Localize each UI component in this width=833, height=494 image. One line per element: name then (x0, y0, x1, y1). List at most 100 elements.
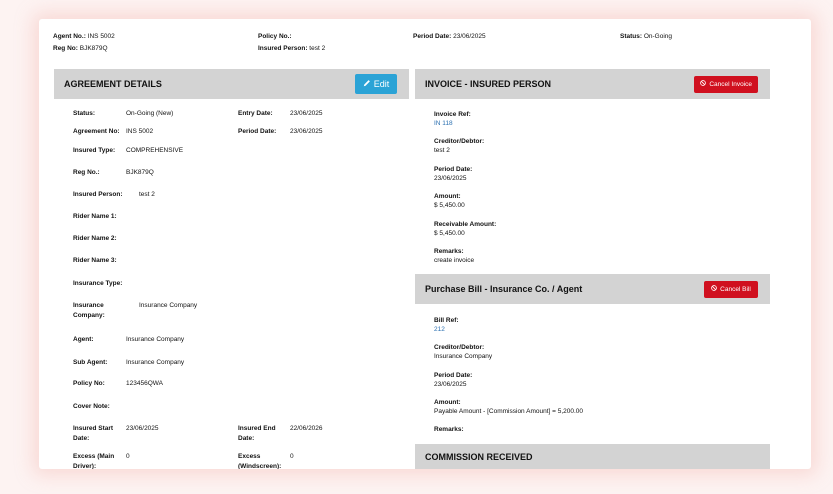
bill-remarks-block: Remarks: (434, 425, 464, 434)
invoice-remarks-value: create invoice (434, 257, 475, 264)
purchase-bill-title: Purchase Bill - Insurance Co. / Agent (425, 284, 583, 294)
bill-period-value: 23/06/2025 (434, 381, 467, 388)
ban-icon (711, 285, 717, 293)
invoice-ref-block: Invoice Ref: IN 118 (434, 110, 471, 128)
reg-no-value: BJK879Q (79, 45, 108, 52)
bill-creditor-block: Creditor/Debtor: Insurance Company (434, 343, 492, 361)
edit-button[interactable]: Edit (355, 74, 397, 94)
insurance-company-value: Insurance Company (139, 302, 198, 309)
bill-amount-block: Amount: Payable Amount - [Commission Amo… (434, 398, 583, 416)
purchase-bill-header: Purchase Bill - Insurance Co. / Agent Ca… (415, 274, 770, 304)
invoice-ref-label: Invoice Ref: (434, 111, 471, 118)
reg-no-row: Reg No: BJK879Q (53, 45, 108, 52)
bill-period-block: Period Date: 23/06/2025 (434, 371, 472, 389)
insured-person-field-label: Insured Person: (73, 191, 123, 198)
invoice-period-label: Period Date: (434, 166, 473, 173)
entry-date-label: Entry Date: (238, 110, 273, 117)
agent-no-value: INS 5002 (87, 33, 115, 40)
agent-value: Insurance Company (126, 336, 185, 343)
agent-label: Agent: (73, 336, 94, 343)
invoice-title: INVOICE - INSURED PERSON (425, 79, 552, 89)
insured-person-label: Insured Person: (258, 45, 308, 52)
invoice-ref-link[interactable]: IN 118 (434, 119, 471, 128)
invoice-amount-block: Amount: $ 5,450.00 (434, 192, 465, 210)
insured-person-field-value: test 2 (139, 191, 155, 198)
excess-windscreen-label: Excess (Windscreen): (238, 453, 282, 469)
bill-amount-label: Amount: (434, 399, 461, 406)
insured-person-row: Insured Person: test 2 (258, 45, 325, 52)
insured-person-value: test 2 (309, 45, 326, 52)
status-field-label: Status: (73, 110, 96, 117)
invoice-period-block: Period Date: 23/06/2025 (434, 165, 472, 183)
period-date-field-value: 23/06/2025 (290, 128, 323, 135)
cover-note-label: Cover Note: (73, 403, 110, 410)
invoice-creditor-label: Creditor/Debtor: (434, 138, 485, 145)
invoice-creditor-block: Creditor/Debtor: test 2 (434, 137, 484, 155)
insured-start-date-value: 23/06/2025 (126, 425, 159, 432)
insured-end-date-value: 22/06/2026 (290, 425, 323, 432)
bill-ref-block: Bill Ref: 212 (434, 316, 459, 334)
insurance-company-label: Insurance Company: (73, 302, 105, 319)
policy-no-label: Policy No.: (258, 33, 292, 40)
period-date-row: Period Date: 23/06/2025 (413, 33, 486, 40)
insured-end-date-label: Insured End Date: (238, 425, 276, 442)
rider-name-3-label: Rider Name 3: (73, 257, 117, 264)
sub-agent-label: Sub Agent: (73, 359, 108, 366)
agreement-view-card: Agent No.: INS 5002 Reg No: BJK879Q Poli… (39, 19, 811, 469)
invoice-receivable-value: $ 5,450.00 (434, 230, 465, 237)
bill-ref-link[interactable]: 212 (434, 325, 459, 334)
agent-no-label: Agent No.: (53, 33, 86, 40)
cancel-bill-button[interactable]: Cancel Bill (704, 280, 758, 298)
status-field-value: On-Going (New) (126, 110, 174, 117)
cancel-invoice-label: Cancel Invoice (709, 80, 752, 88)
edit-button-label: Edit (373, 79, 390, 89)
period-date-label: Period Date: (413, 33, 452, 40)
bill-period-label: Period Date: (434, 372, 473, 379)
pencil-icon (363, 79, 371, 89)
insured-type-label: Insured Type: (73, 147, 116, 154)
bill-creditor-value: Insurance Company (434, 353, 493, 360)
policy-no-row: Policy No.: (258, 33, 292, 40)
status-row: Status: On-Going (620, 33, 672, 40)
invoice-creditor-value: test 2 (434, 147, 450, 154)
invoice-amount-value: $ 5,450.00 (434, 202, 465, 209)
sub-agent-value: Insurance Company (126, 359, 185, 366)
insured-start-date-label: Insured Start Date: (73, 425, 114, 442)
invoice-header: INVOICE - INSURED PERSON Cancel Invoice (415, 69, 770, 99)
reg-no-field-label: Reg No.: (73, 169, 100, 176)
bill-amount-value: Payable Amount - [Commission Amount] = 5… (434, 408, 584, 415)
insured-type-value: COMPREHENSIVE (126, 147, 184, 154)
excess-windscreen-value: 0 (290, 453, 294, 460)
bill-creditor-label: Creditor/Debtor: (434, 344, 485, 351)
status-value: On-Going (643, 33, 673, 40)
invoice-amount-label: Amount: (434, 193, 461, 200)
agreement-details-title: AGREEMENT DETAILS (64, 79, 162, 89)
agent-no-row: Agent No.: INS 5002 (53, 33, 115, 40)
invoice-period-value: 23/06/2025 (434, 175, 467, 182)
commission-received-header: COMMISSION RECEIVED (415, 444, 770, 469)
policy-no-field-value: 123456QWA (126, 380, 163, 387)
bill-remarks-label: Remarks: (434, 426, 464, 433)
reg-no-field-value: BJK879Q (126, 169, 154, 176)
rider-name-2-label: Rider Name 2: (73, 235, 117, 242)
invoice-remarks-block: Remarks: create invoice (434, 247, 474, 265)
agreement-no-value: INS 5002 (126, 128, 154, 135)
commission-received-title: COMMISSION RECEIVED (425, 452, 533, 462)
agreement-details-header: AGREEMENT DETAILS Edit (54, 69, 409, 99)
ban-icon (700, 80, 707, 88)
excess-main-driver-label: Excess (Main Driver): (73, 453, 115, 469)
entry-date-value: 23/06/2025 (290, 110, 323, 117)
cancel-invoice-button[interactable]: Cancel Invoice (694, 75, 758, 93)
excess-main-driver-value: 0 (126, 453, 130, 460)
period-date-value: 23/06/2025 (453, 33, 486, 40)
cancel-bill-label: Cancel Bill (720, 285, 751, 293)
status-label: Status: (620, 33, 643, 40)
insurance-type-label: Insurance Type: (73, 280, 123, 287)
invoice-remarks-label: Remarks: (434, 248, 464, 255)
period-date-field-label: Period Date: (238, 128, 277, 135)
agreement-no-label: Agreement No: (73, 128, 120, 135)
reg-no-label: Reg No: (53, 45, 78, 52)
bill-ref-label: Bill Ref: (434, 317, 459, 324)
invoice-receivable-block: Receivable Amount: $ 5,450.00 (434, 220, 496, 238)
invoice-receivable-label: Receivable Amount: (434, 221, 497, 228)
